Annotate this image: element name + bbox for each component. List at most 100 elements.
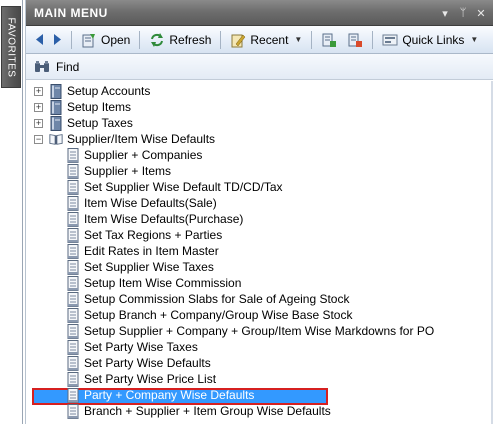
toolbar-separator [372,30,374,49]
tree-item[interactable]: Set Supplier Wise Taxes [66,259,214,275]
tree-item-label: Supplier + Companies [84,148,203,162]
expand-icon[interactable]: + [34,102,43,112]
document-icon [66,323,80,339]
tree-item-label: Item Wise Defaults(Sale) [84,196,217,210]
binoculars-icon [35,60,49,72]
document-icon [66,195,80,211]
tree-item[interactable]: Setup Commission Slabs for Sale of Agein… [66,291,349,307]
tree-item-label: Setup Item Wise Commission [84,276,242,290]
tree-item[interactable]: Item Wise Defaults(Purchase) [66,211,243,227]
recent-icon [231,34,246,47]
document-icon [66,179,80,195]
tree-item-label: Supplier + Items [84,164,172,178]
tree-item-label: Set Party Wise Price List [84,372,217,386]
tree-item-label: Set Party Wise Defaults [84,356,211,370]
forward-arrow-icon [54,34,61,45]
forward-button[interactable] [50,29,66,51]
tree-item[interactable]: Set Party Wise Taxes [66,339,198,355]
find-bar[interactable]: Find [26,54,493,80]
refresh-icon [151,32,164,47]
back-arrow-icon [36,34,43,45]
tree-item[interactable]: Set Supplier Wise Default TD/CD/Tax [66,179,283,195]
tree-item-label: Edit Rates in Item Master [84,244,219,258]
tree-item-label: Set Supplier Wise Taxes [84,260,214,274]
document-icon [66,387,80,403]
book-icon [49,99,63,115]
tree-item[interactable]: Supplier + Companies [66,147,202,163]
main-menu-panel: MAIN MENU ▾ ᛘ ✕ Open Refresh Recent ▼ Qu… [25,0,493,424]
document-icon [66,355,80,371]
open-label: Open [101,32,131,47]
main-toolbar: Open Refresh Recent ▼ Quick Links ▼ [26,26,493,54]
tree-item-label: Set Party Wise Taxes [84,340,198,354]
dropdown-icon[interactable]: ▾ [437,5,453,21]
expand-icon[interactable]: + [34,118,43,128]
tree-item[interactable]: + Setup Accounts [34,83,150,99]
chevron-down-icon: ▼ [294,35,303,44]
main-menu-titlebar: MAIN MENU ▾ ᛘ ✕ [26,0,493,26]
document-icon [66,403,80,419]
tree-item[interactable]: Set Party Wise Price List [66,371,216,387]
tree-item[interactable]: Supplier + Items [66,163,171,179]
quick-links-icon [382,34,398,45]
tree-item[interactable]: Set Party Wise Defaults [66,355,211,371]
remove-favorite-icon [348,33,363,47]
main-menu-title: MAIN MENU [34,5,108,20]
document-icon [66,243,80,259]
add-favorite-icon [322,33,337,47]
back-button[interactable] [32,29,48,51]
document-icon [66,211,80,227]
chevron-down-icon: ▼ [470,35,479,44]
toolbar-separator [311,30,313,49]
tree-item[interactable]: Edit Rates in Item Master [66,243,219,259]
tree-item-label: Supplier/Item Wise Defaults [67,132,216,146]
tree-item[interactable]: Setup Supplier + Company + Group/Item Wi… [66,323,434,339]
tree-item-label: Item Wise Defaults(Purchase) [84,212,244,226]
document-icon [66,291,80,307]
menu-tree: + Setup Accounts + Setup Items + Setup Taxes −… [26,81,493,424]
close-icon[interactable]: ✕ [473,5,489,21]
add-favorite-button[interactable] [317,29,341,51]
tree-item[interactable]: Set Tax Regions + Parties [66,227,222,243]
toolbar-separator [71,30,72,49]
tree-item-label: Branch + Supplier + Item Group Wise Defa… [84,404,331,418]
collapse-icon[interactable]: − [34,134,43,144]
tree-item-label: Setup Supplier + Company + Group/Item Wi… [84,324,435,338]
find-label: Find [56,59,80,74]
document-icon [66,259,80,275]
tree-item[interactable]: Setup Item Wise Commission [66,275,241,291]
tree-item-label: Setup Taxes [67,116,133,130]
refresh-button[interactable]: Refresh [145,29,215,51]
favorites-tab[interactable]: FAVORITES [1,6,21,88]
document-icon [66,163,80,179]
tree-item[interactable]: − Supplier/Item Wise Defaults [34,131,215,147]
quick-links-button[interactable]: Quick Links ▼ [378,29,482,51]
recent-label: Recent [250,32,289,47]
pin-icon[interactable]: ᛘ [455,5,471,21]
tree-item-label: Setup Commission Slabs for Sale of Agein… [84,292,350,306]
tree-item[interactable]: Party + Company Wise Defaults [66,387,254,403]
tree-item[interactable]: Setup Branch + Company/Group Wise Base S… [66,307,352,323]
document-icon [66,147,80,163]
book-icon [49,115,63,131]
tree-item-label: Setup Accounts [67,84,151,98]
document-icon [66,227,80,243]
tree-item-label: Setup Items [67,100,132,114]
tree-item[interactable]: + Setup Taxes [34,115,133,131]
tree-item[interactable]: + Setup Items [34,99,131,115]
remove-favorite-button[interactable] [343,29,367,51]
refresh-label: Refresh [169,32,212,47]
expand-icon[interactable]: + [34,86,43,96]
toolbar-separator [220,30,222,49]
tree-item-label: Party + Company Wise Defaults [84,388,255,402]
book-icon [49,83,63,99]
recent-button[interactable]: Recent ▼ [226,29,306,51]
document-icon [66,307,80,323]
tree-item[interactable]: Item Wise Defaults(Sale) [66,195,217,211]
toolbar-separator [139,30,141,49]
open-button[interactable]: Open [77,29,134,51]
favorites-strip: FAVORITES [0,0,23,424]
open-icon [82,33,95,47]
tree-item[interactable]: Branch + Supplier + Item Group Wise Defa… [66,403,331,419]
document-icon [66,339,80,355]
